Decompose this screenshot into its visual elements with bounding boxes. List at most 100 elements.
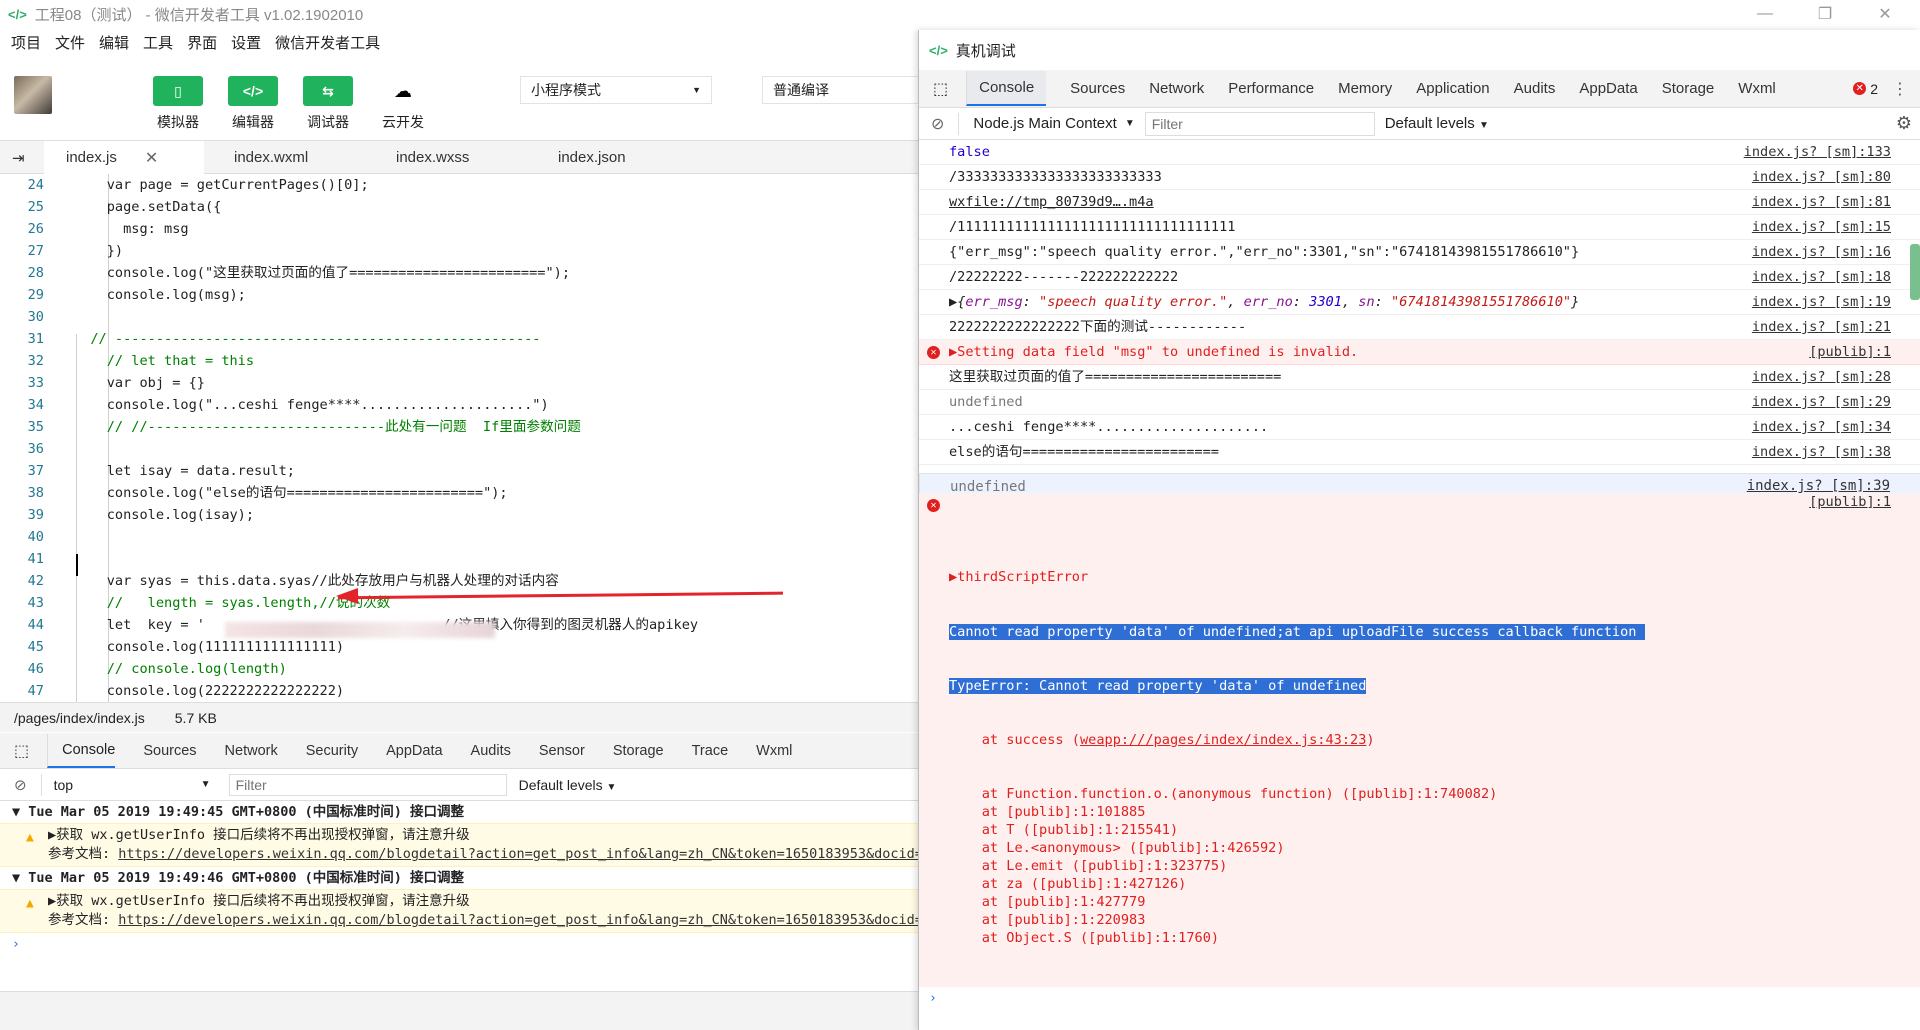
source-link[interactable]: index.js? [sm]:18	[1752, 265, 1891, 289]
menu-project[interactable]: 项目	[8, 32, 44, 56]
console-error-row[interactable]: ✕ ▶Setting data field "msg" to undefined …	[919, 340, 1920, 365]
console-log-row[interactable]: ▶{err_msg: "speech quality error.", err_…	[919, 290, 1920, 315]
gear-icon[interactable]: ⚙	[1896, 113, 1912, 134]
object-preview[interactable]: ▶{err_msg: "speech quality error.", err_…	[949, 294, 1579, 310]
context-select[interactable]: Node.js Main Context ▼	[958, 112, 1135, 135]
more-options-icon[interactable]: ⋮	[1892, 79, 1908, 99]
console-log-row[interactable]: /3333333333333333333333333 index.js? [sm]…	[919, 165, 1920, 190]
tab-network[interactable]: Network	[225, 743, 278, 759]
console-prompt[interactable]: ›	[919, 987, 1920, 1011]
toolbar: ▯ 模拟器 </> 编辑器 ⇆ 调试器 ☁ 云开发 小程序模式 ▼ 普通编译	[0, 68, 922, 138]
source-link[interactable]: index.js? [sm]:28	[1752, 365, 1891, 389]
source-link[interactable]: [publib]:1	[1809, 493, 1891, 511]
levels-select[interactable]: Default levels ▼	[519, 777, 617, 793]
console-log-row[interactable]: /1111111111111111111111111111111111 index…	[919, 215, 1920, 240]
tab-console[interactable]: Console	[47, 733, 116, 768]
tab-application[interactable]: Application	[1416, 80, 1489, 97]
console-group-header[interactable]: ▼ Tue Mar 05 2019 19:49:46 GMT+0800 (中国标…	[0, 867, 918, 889]
error-title[interactable]: ▶thirdScriptError	[949, 565, 1920, 587]
close-window-button[interactable]: ✕	[1860, 0, 1910, 28]
console-log-row[interactable]: 2222222222222222下面的测试------------ index.j…	[919, 315, 1920, 340]
doc-link[interactable]: https://developers.weixin.qq.com/blogdet…	[118, 912, 918, 928]
tab-storage[interactable]: Storage	[1662, 80, 1715, 97]
line-number: 47	[27, 683, 44, 699]
tab-console[interactable]: Console	[966, 71, 1047, 106]
debugger-button[interactable]: ⇆ 调试器	[297, 76, 359, 132]
scrollbar-thumb[interactable]	[1910, 244, 1920, 300]
menu-edit[interactable]: 编辑	[96, 32, 132, 56]
levels-select[interactable]: Default levels ▼	[1385, 115, 1489, 132]
context-select[interactable]: top ▼	[40, 773, 211, 796]
menu-interface[interactable]: 界面	[184, 32, 220, 56]
source-link[interactable]: index.js? [sm]:21	[1752, 315, 1891, 339]
tab-index-wxml[interactable]: index.wxml	[212, 141, 330, 174]
console-log-row[interactable]: {"err_msg":"speech quality error.","err_…	[919, 240, 1920, 265]
close-tab-icon[interactable]: ✕	[145, 148, 158, 168]
console-log-row[interactable]: undefined index.js? [sm]:29	[919, 390, 1920, 415]
tab-index-wxss[interactable]: index.wxss	[374, 141, 491, 174]
source-link[interactable]: [publib]:1	[1809, 340, 1891, 364]
tab-storage[interactable]: Storage	[613, 743, 664, 759]
source-link[interactable]: index.js? [sm]:16	[1752, 240, 1891, 264]
maximize-button[interactable]: ❐	[1800, 0, 1850, 28]
source-link[interactable]: index.js? [sm]:38	[1752, 440, 1891, 464]
tab-label: index.json	[558, 149, 626, 166]
tab-appdata[interactable]: AppData	[386, 743, 442, 759]
menu-file[interactable]: 文件	[52, 32, 88, 56]
console-filter-input[interactable]	[1144, 111, 1375, 136]
toggle-filetree-button[interactable]: ⇥	[0, 141, 44, 174]
source-link[interactable]: index.js? [sm]:133	[1744, 140, 1891, 164]
stack-source-link[interactable]: weapp:///pages/index/index.js:43:23	[1080, 732, 1366, 748]
tab-memory[interactable]: Memory	[1338, 80, 1392, 97]
editor-button[interactable]: </> 编辑器	[222, 76, 284, 132]
console-log-row[interactable]: false index.js? [sm]:133	[919, 140, 1920, 165]
source-link[interactable]: index.js? [sm]:29	[1752, 390, 1891, 414]
tab-network[interactable]: Network	[1149, 80, 1204, 97]
tab-performance[interactable]: Performance	[1228, 80, 1314, 97]
tab-audits[interactable]: Audits	[1514, 80, 1556, 97]
source-link[interactable]: index.js? [sm]:80	[1752, 165, 1891, 189]
tab-trace[interactable]: Trace	[692, 743, 729, 759]
code-text: })	[74, 243, 124, 259]
avatar[interactable]	[14, 76, 52, 114]
sidebar-toggle-icon: ⇥	[12, 149, 25, 167]
doc-link[interactable]: https://developers.weixin.qq.com/blogdet…	[118, 846, 918, 862]
simulator-button[interactable]: ▯ 模拟器	[147, 76, 209, 132]
source-link[interactable]: index.js? [sm]:34	[1752, 415, 1891, 439]
code-line: 45 console.log(1111111111111111)	[0, 636, 918, 658]
source-link[interactable]: index.js? [sm]:81	[1752, 190, 1891, 214]
source-link[interactable]: index.js? [sm]:15	[1752, 215, 1891, 239]
tab-audits[interactable]: Audits	[471, 743, 511, 759]
compile-select[interactable]: 普通编译	[762, 76, 922, 104]
console-prompt[interactable]: ›	[0, 933, 918, 957]
console-filter-input[interactable]	[228, 773, 507, 796]
console-group-header[interactable]: ▼ Tue Mar 05 2019 19:49:45 GMT+0800 (中国标…	[0, 801, 918, 823]
tab-sources[interactable]: Sources	[1070, 80, 1125, 97]
tab-index-json[interactable]: index.json	[536, 141, 648, 174]
tab-security[interactable]: Security	[306, 743, 358, 759]
console-log-row[interactable]: 这里获取过页面的值了======================== index.…	[919, 365, 1920, 390]
menu-tools[interactable]: 工具	[140, 32, 176, 56]
source-link[interactable]: index.js? [sm]:19	[1752, 290, 1891, 314]
error-count-badge[interactable]: ✕ 2	[1853, 81, 1878, 97]
inspect-element-icon[interactable]: ⬚	[933, 79, 948, 99]
console-log-row[interactable]: else的语句======================== index.js?…	[919, 440, 1920, 465]
inspect-element-icon[interactable]: ⬚	[14, 741, 29, 761]
tab-index-js[interactable]: index.js ✕	[44, 141, 204, 174]
console-log-row[interactable]: ...ceshi fenge****..................... i…	[919, 415, 1920, 440]
clear-console-icon[interactable]: ⊘	[14, 776, 27, 794]
code-editor[interactable]: 24 var page = getCurrentPages()[0]; 25 pa…	[0, 174, 918, 702]
tab-sensor[interactable]: Sensor	[539, 743, 585, 759]
clear-console-icon[interactable]: ⊘	[931, 114, 944, 134]
menu-wechat-devtools[interactable]: 微信开发者工具	[272, 32, 383, 56]
mode-select[interactable]: 小程序模式 ▼	[520, 76, 712, 104]
tab-appdata[interactable]: AppData	[1579, 80, 1637, 97]
tab-wxml[interactable]: Wxml	[1738, 80, 1776, 97]
console-log-row[interactable]: /22222222-------222222222222 index.js? [s…	[919, 265, 1920, 290]
tab-wxml[interactable]: Wxml	[756, 743, 792, 759]
cloud-dev-button[interactable]: ☁ 云开发	[372, 76, 434, 132]
tab-sources[interactable]: Sources	[143, 743, 196, 759]
console-log-row[interactable]: wxfile://tmp_80739d9….m4a index.js? [sm]:…	[919, 190, 1920, 215]
minimize-button[interactable]: —	[1740, 0, 1790, 28]
menu-settings[interactable]: 设置	[228, 32, 264, 56]
